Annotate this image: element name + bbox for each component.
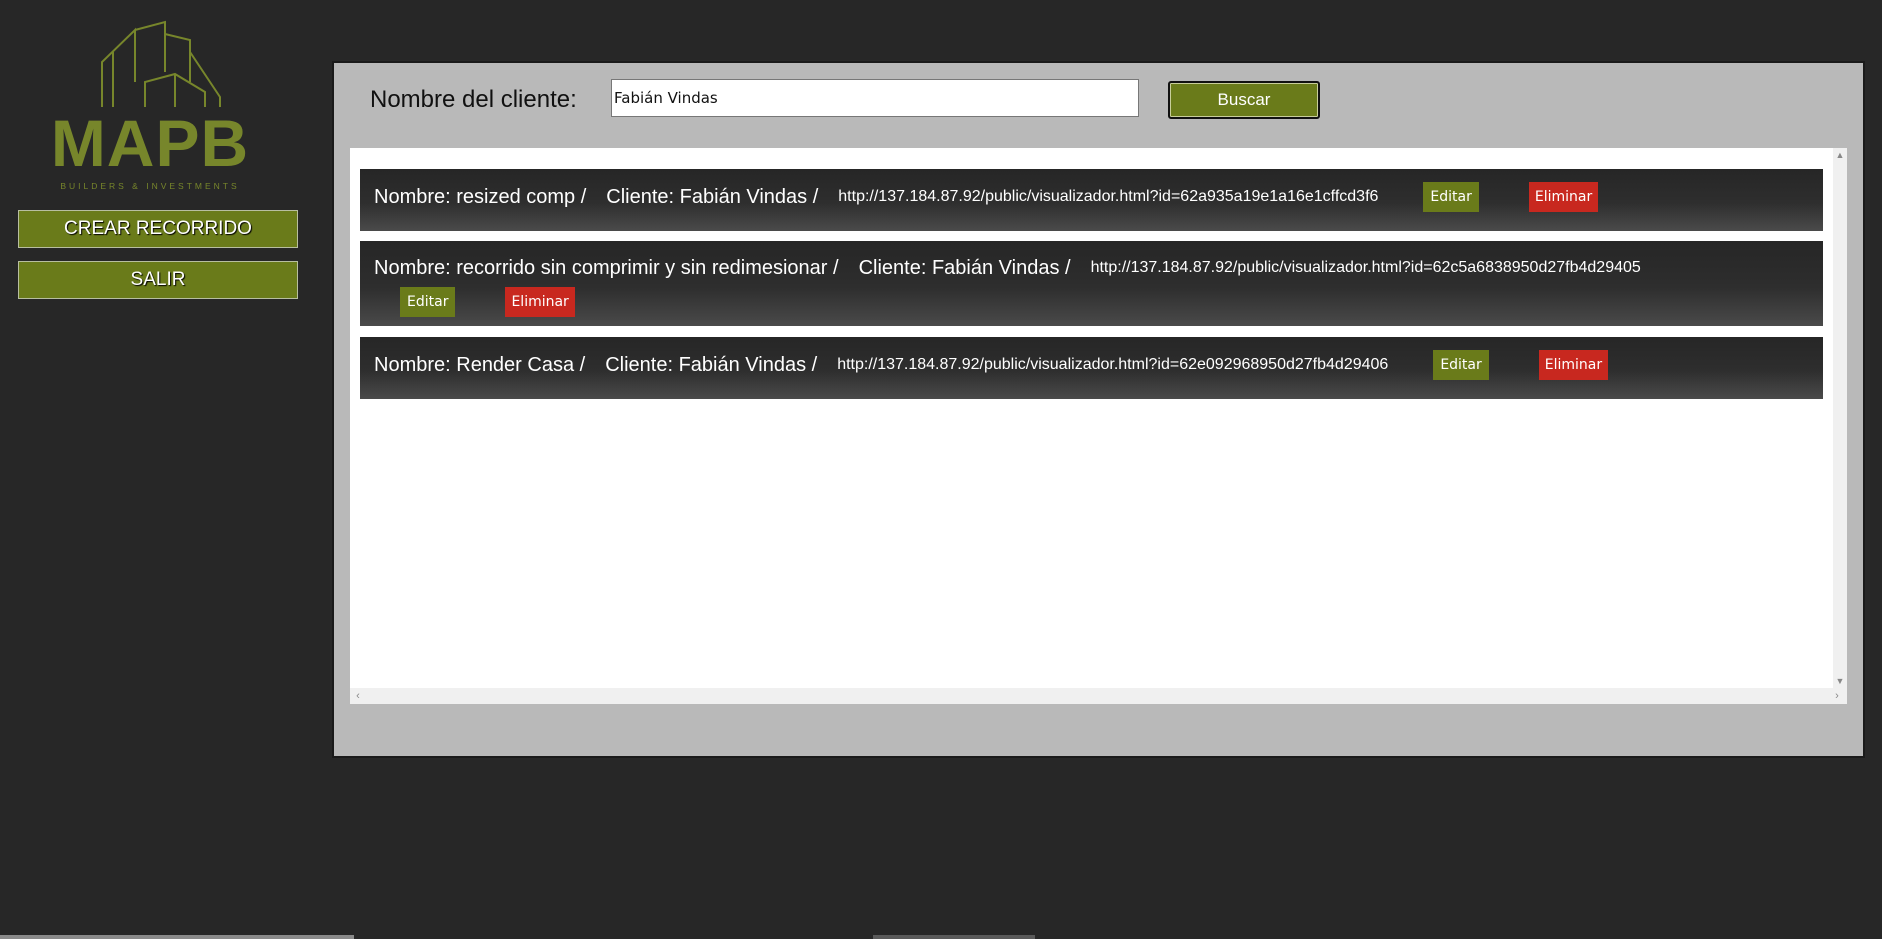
list-item: Nombre: Render Casa / Cliente: Fabián Vi… [360,337,1823,399]
recorrido-name: Nombre: recorrido sin comprimir y sin re… [374,256,839,279]
editar-button[interactable]: Editar [400,287,456,317]
search-panel: Nombre del cliente: Buscar Nombre: resiz… [332,61,1865,758]
logo-brand-text: MAPB [50,106,250,180]
client-name-label: Nombre del cliente: [370,86,577,113]
recorrido-url: http://137.184.87.92/public/visualizador… [838,188,1379,205]
crear-recorrido-button[interactable]: CREAR RECORRIDO [18,210,298,248]
taskbar-fragment [873,935,1035,939]
scroll-right-icon[interactable]: › [1829,688,1845,704]
mapb-logo: MAPB BUILDERS & INVESTMENTS [30,12,270,191]
list-item: Nombre: recorrido sin comprimir y sin re… [360,241,1823,326]
horizontal-scrollbar[interactable]: ‹ › [350,688,1847,704]
recorrido-url: http://137.184.87.92/public/visualizador… [837,356,1389,373]
recorrido-client: Cliente: Fabián Vindas / [606,185,819,208]
list-item: Nombre: resized comp / Cliente: Fabián V… [360,169,1823,231]
scroll-down-icon[interactable]: ▼ [1833,674,1847,688]
buscar-button[interactable]: Buscar [1168,81,1320,119]
eliminar-button[interactable]: Eliminar [505,287,575,317]
client-name-input[interactable] [611,79,1139,117]
scroll-left-icon[interactable]: ‹ [350,688,366,704]
taskbar-fragment [0,935,354,939]
page: MAPB BUILDERS & INVESTMENTS CREAR RECORR… [0,0,1882,939]
recorrido-url: http://137.184.87.92/public/visualizador… [1090,259,1641,276]
scroll-up-icon[interactable]: ▲ [1833,148,1847,162]
results-list[interactable]: Nombre: resized comp / Cliente: Fabián V… [350,148,1847,704]
editar-button[interactable]: Editar [1423,182,1479,212]
recorrido-client: Cliente: Fabián Vindas / [858,256,1071,279]
recorrido-name: Nombre: Render Casa / [374,353,586,376]
salir-button[interactable]: SALIR [18,261,298,299]
recorrido-name: Nombre: resized comp / [374,185,587,208]
eliminar-button[interactable]: Eliminar [1528,182,1599,212]
editar-button[interactable]: Editar [1433,350,1489,380]
logo-tagline: BUILDERS & INVESTMENTS [60,181,240,191]
eliminar-button[interactable]: Eliminar [1538,350,1609,380]
vertical-scrollbar[interactable]: ▲ ▼ [1833,148,1847,688]
recorrido-client: Cliente: Fabián Vindas / [605,353,818,376]
